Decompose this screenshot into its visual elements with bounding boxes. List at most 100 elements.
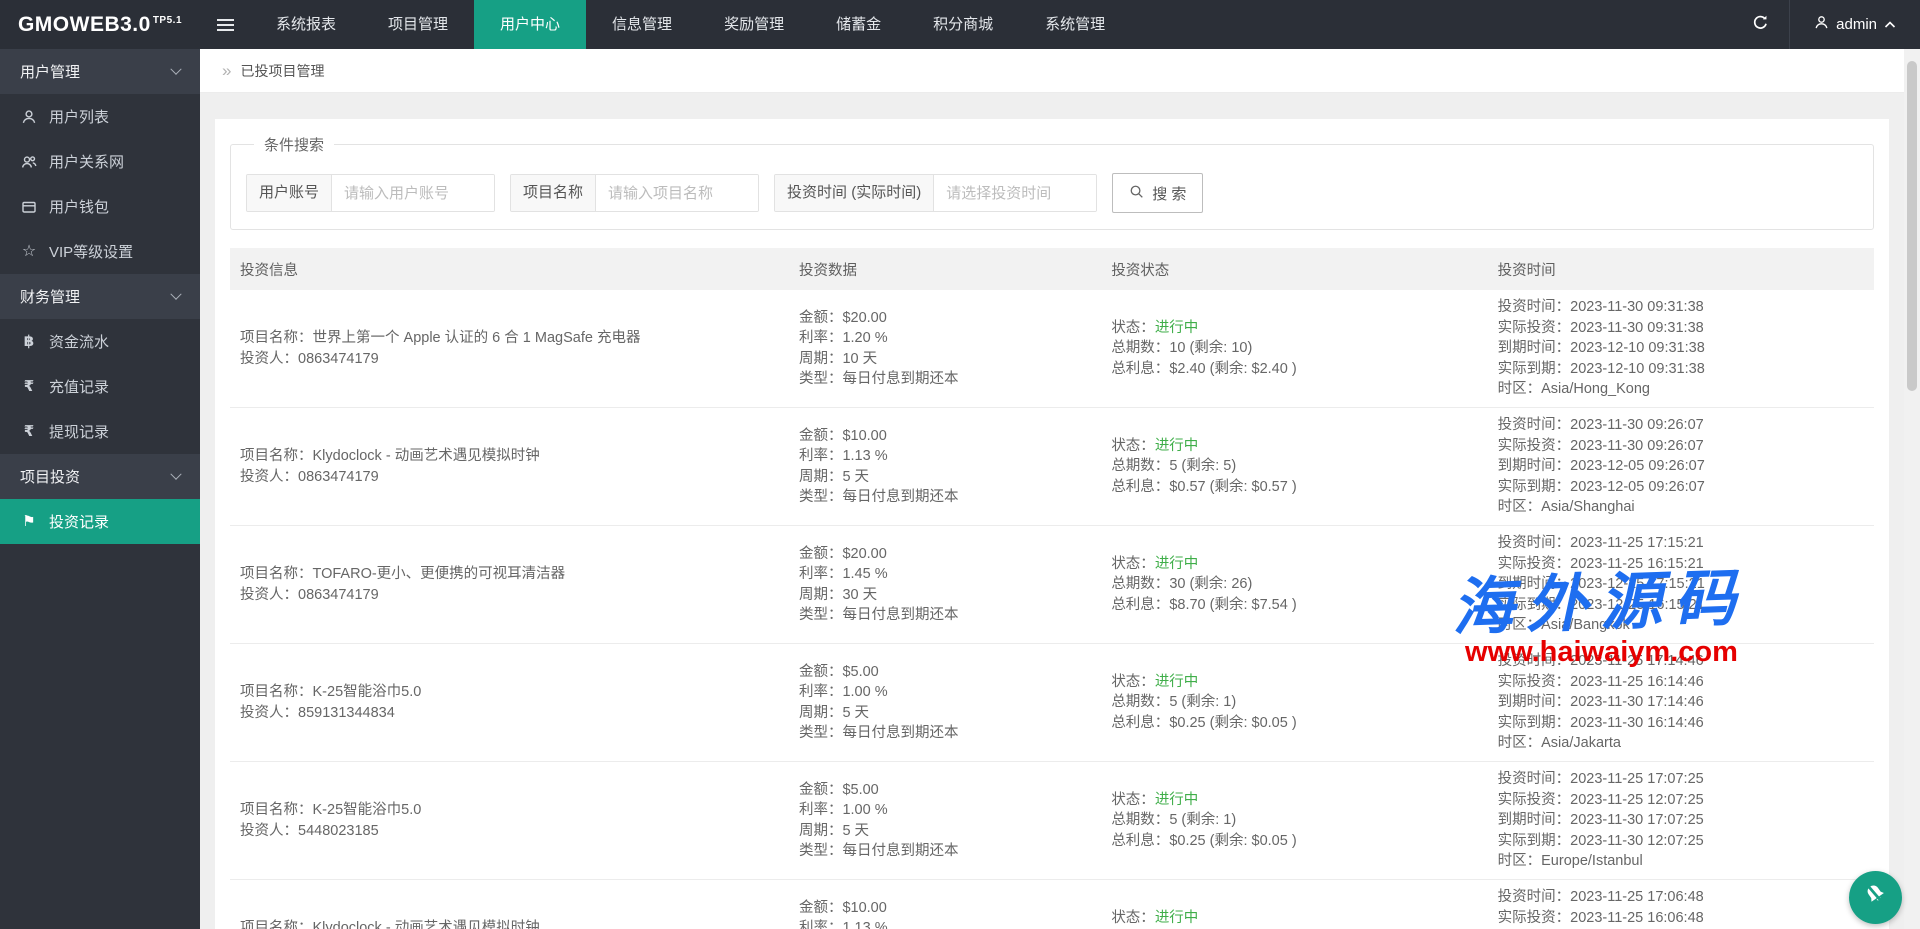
topbar-right: admin: [1731, 0, 1920, 49]
sidebar-item[interactable]: 用户钱包: [0, 184, 200, 229]
due-time-label: 到期时间：: [1498, 694, 1571, 710]
rate-value: 1.13 %: [842, 448, 887, 464]
sidebar-item[interactable]: ฿ 资金流水: [0, 319, 200, 364]
project-name-label: 项目名称：: [240, 330, 313, 346]
top-nav-item-0[interactable]: 系统报表: [250, 0, 362, 49]
invest-data-cell: 金额：$5.00 利率：1.00 % 周期：5 天 类型：每日付息到期还本: [789, 644, 1101, 761]
menu-toggle-button[interactable]: [200, 0, 250, 49]
project-label: 项目名称: [511, 175, 596, 211]
username: admin: [1836, 16, 1877, 33]
nav-item-label: 信息管理: [612, 16, 672, 33]
account-input[interactable]: [332, 175, 494, 211]
flag-icon: ⚑: [20, 514, 38, 529]
table-row: 项目名称：Klydoclock - 动画艺术遇见模拟时钟 投资人：0863474…: [230, 408, 1874, 526]
amount-label: 金额：: [799, 310, 843, 326]
user-icon: [1814, 15, 1829, 34]
amount-label: 金额：: [799, 428, 843, 444]
interest-value: $2.40 (剩余: $2.40 ): [1169, 361, 1296, 377]
top-nav-item-2[interactable]: 用户中心: [474, 0, 586, 49]
due-time-value: 2023-12-05 09:26:07: [1570, 458, 1705, 474]
investor-label: 投资人：: [240, 469, 298, 485]
sidebar-item[interactable]: ₹ 充值记录: [0, 364, 200, 409]
top-nav-item-6[interactable]: 积分商城: [907, 0, 1019, 49]
status-label: 状态：: [1111, 438, 1155, 454]
refresh-button[interactable]: [1731, 0, 1789, 49]
project-input[interactable]: [596, 175, 758, 211]
nav-item-label: 储蓄金: [836, 16, 881, 33]
bell-slash-icon: [1862, 881, 1890, 914]
sidebar-group-title[interactable]: 项目投资: [0, 454, 200, 499]
notification-mute-button[interactable]: [1849, 871, 1902, 924]
invest-time-label: 投资时间：: [1498, 535, 1571, 551]
content: 条件搜索 用户账号 项目名称 投资时间 (实际时间): [200, 93, 1904, 929]
interest-value: $0.57 (剩余: $0.57 ): [1169, 479, 1296, 495]
search-button[interactable]: 搜 索: [1112, 173, 1203, 213]
invest-status-cell: 状态：进行中 总期数：10 (剩余: 10) 总利息：$2.40 (剩余: $2…: [1101, 290, 1487, 407]
rate-value: 1.45 %: [842, 566, 887, 582]
sidebar-item-label: 用户关系网: [49, 151, 124, 172]
type-label: 类型：: [799, 371, 843, 387]
sidebar-item-label: 充值记录: [49, 376, 109, 397]
hamburger-icon: [217, 16, 234, 34]
user-menu-button[interactable]: admin: [1790, 0, 1920, 49]
actual-invest-label: 实际投资：: [1498, 320, 1571, 336]
top-nav-item-1[interactable]: 项目管理: [362, 0, 474, 49]
bitcoin-icon: ฿: [20, 334, 38, 349]
sidebar-item[interactable]: 用户关系网: [0, 139, 200, 184]
search-icon: [1129, 184, 1144, 203]
table-row: 项目名称：K-25智能浴巾5.0 投资人：5448023185 金额：$5.00…: [230, 762, 1874, 880]
timezone-label: 时区：: [1498, 499, 1542, 515]
top-nav-item-4[interactable]: 奖励管理: [698, 0, 810, 49]
investor-label: 投资人：: [240, 351, 298, 367]
sidebar-item[interactable]: ⚑ 投资记录: [0, 499, 200, 544]
sidebar-item[interactable]: ₹ 提现记录: [0, 409, 200, 454]
timezone-label: 时区：: [1498, 853, 1542, 869]
amount-label: 金额：: [799, 900, 843, 916]
type-value: 每日付息到期还本: [842, 843, 958, 859]
type-value: 每日付息到期还本: [842, 371, 958, 387]
project-name-label: 项目名称：: [240, 684, 313, 700]
top-nav: 系统报表 项目管理 用户中心 信息管理 奖励管理 储蓄金 积分商城 系统管理: [250, 0, 1131, 49]
period-value: 5 天: [842, 705, 869, 721]
investor-value: 859131344834: [298, 705, 395, 721]
interest-value: $8.70 (剩余: $7.54 ): [1169, 597, 1296, 613]
invest-data-cell: 金额：$20.00 利率：1.45 % 周期：30 天 类型：每日付息到期还本: [789, 526, 1101, 643]
invest-status-cell: 状态：进行中 总期数：5 (剩余: 1) 总利息：$0.25 (剩余: $0.0…: [1101, 644, 1487, 761]
sidebar-item-label: VIP等级设置: [49, 241, 133, 262]
invest-data-cell: 金额：$10.00 利率：1.13 % 周期：5 天 类型：: [789, 880, 1101, 929]
amount-value: $5.00: [842, 664, 878, 680]
periods-value: 5 (剩余: 1): [1169, 812, 1236, 828]
account-input-group: 用户账号: [246, 174, 495, 212]
table-row: 项目名称：Klydoclock - 动画艺术遇见模拟时钟 投资人： 金额：$10…: [230, 880, 1874, 929]
project-input-group: 项目名称: [510, 174, 759, 212]
invest-time-cell: 投资时间：2023-11-25 17:14:46 实际投资：2023-11-25…: [1488, 644, 1874, 761]
timezone-value: Europe/Istanbul: [1541, 853, 1643, 869]
top-nav-item-3[interactable]: 信息管理: [586, 0, 698, 49]
status-label: 状态：: [1111, 556, 1155, 572]
invest-time-cell: 投资时间：2023-11-30 09:31:38 实际投资：2023-11-30…: [1488, 290, 1874, 407]
periods-label: 总期数：: [1111, 694, 1169, 710]
periods-label: 总期数：: [1111, 812, 1169, 828]
due-time-value: 2023-12-25 17:15:21: [1570, 576, 1705, 592]
sidebar-item-label: 提现记录: [49, 421, 109, 442]
invest-status-cell: 状态：进行中 总期数：5 (剩余: 1) 总利息：$0.25 (剩余: $0.0…: [1101, 762, 1487, 879]
sidebar-item[interactable]: ☆ VIP等级设置: [0, 229, 200, 274]
scrollbar-thumb[interactable]: [1907, 61, 1917, 391]
table-row: 项目名称：TOFARO-更小、更便携的可视耳清洁器 投资人：0863474179…: [230, 526, 1874, 644]
investor-label: 投资人：: [240, 587, 298, 603]
top-nav-item-5[interactable]: 储蓄金: [810, 0, 907, 49]
time-input[interactable]: [934, 175, 1096, 211]
sidebar-group-title-label: 项目投资: [20, 466, 80, 487]
vertical-scrollbar[interactable]: [1904, 49, 1920, 929]
breadcrumb-chevrons-icon: »: [222, 61, 231, 81]
page-title: 已投项目管理: [240, 61, 324, 81]
sidebar-group-title[interactable]: 财务管理: [0, 274, 200, 319]
sidebar-group-title[interactable]: 用户管理: [0, 49, 200, 94]
actual-invest-value: 2023-11-30 09:31:38: [1570, 320, 1704, 336]
sidebar-group-title-label: 财务管理: [20, 286, 80, 307]
actual-invest-value: 2023-11-25 16:06:48: [1570, 910, 1704, 926]
sidebar-item[interactable]: 用户列表: [0, 94, 200, 139]
header-invest-info: 投资信息: [230, 259, 789, 280]
top-nav-item-7[interactable]: 系统管理: [1019, 0, 1131, 49]
logo-text: GMOWEB3.0: [18, 13, 151, 37]
